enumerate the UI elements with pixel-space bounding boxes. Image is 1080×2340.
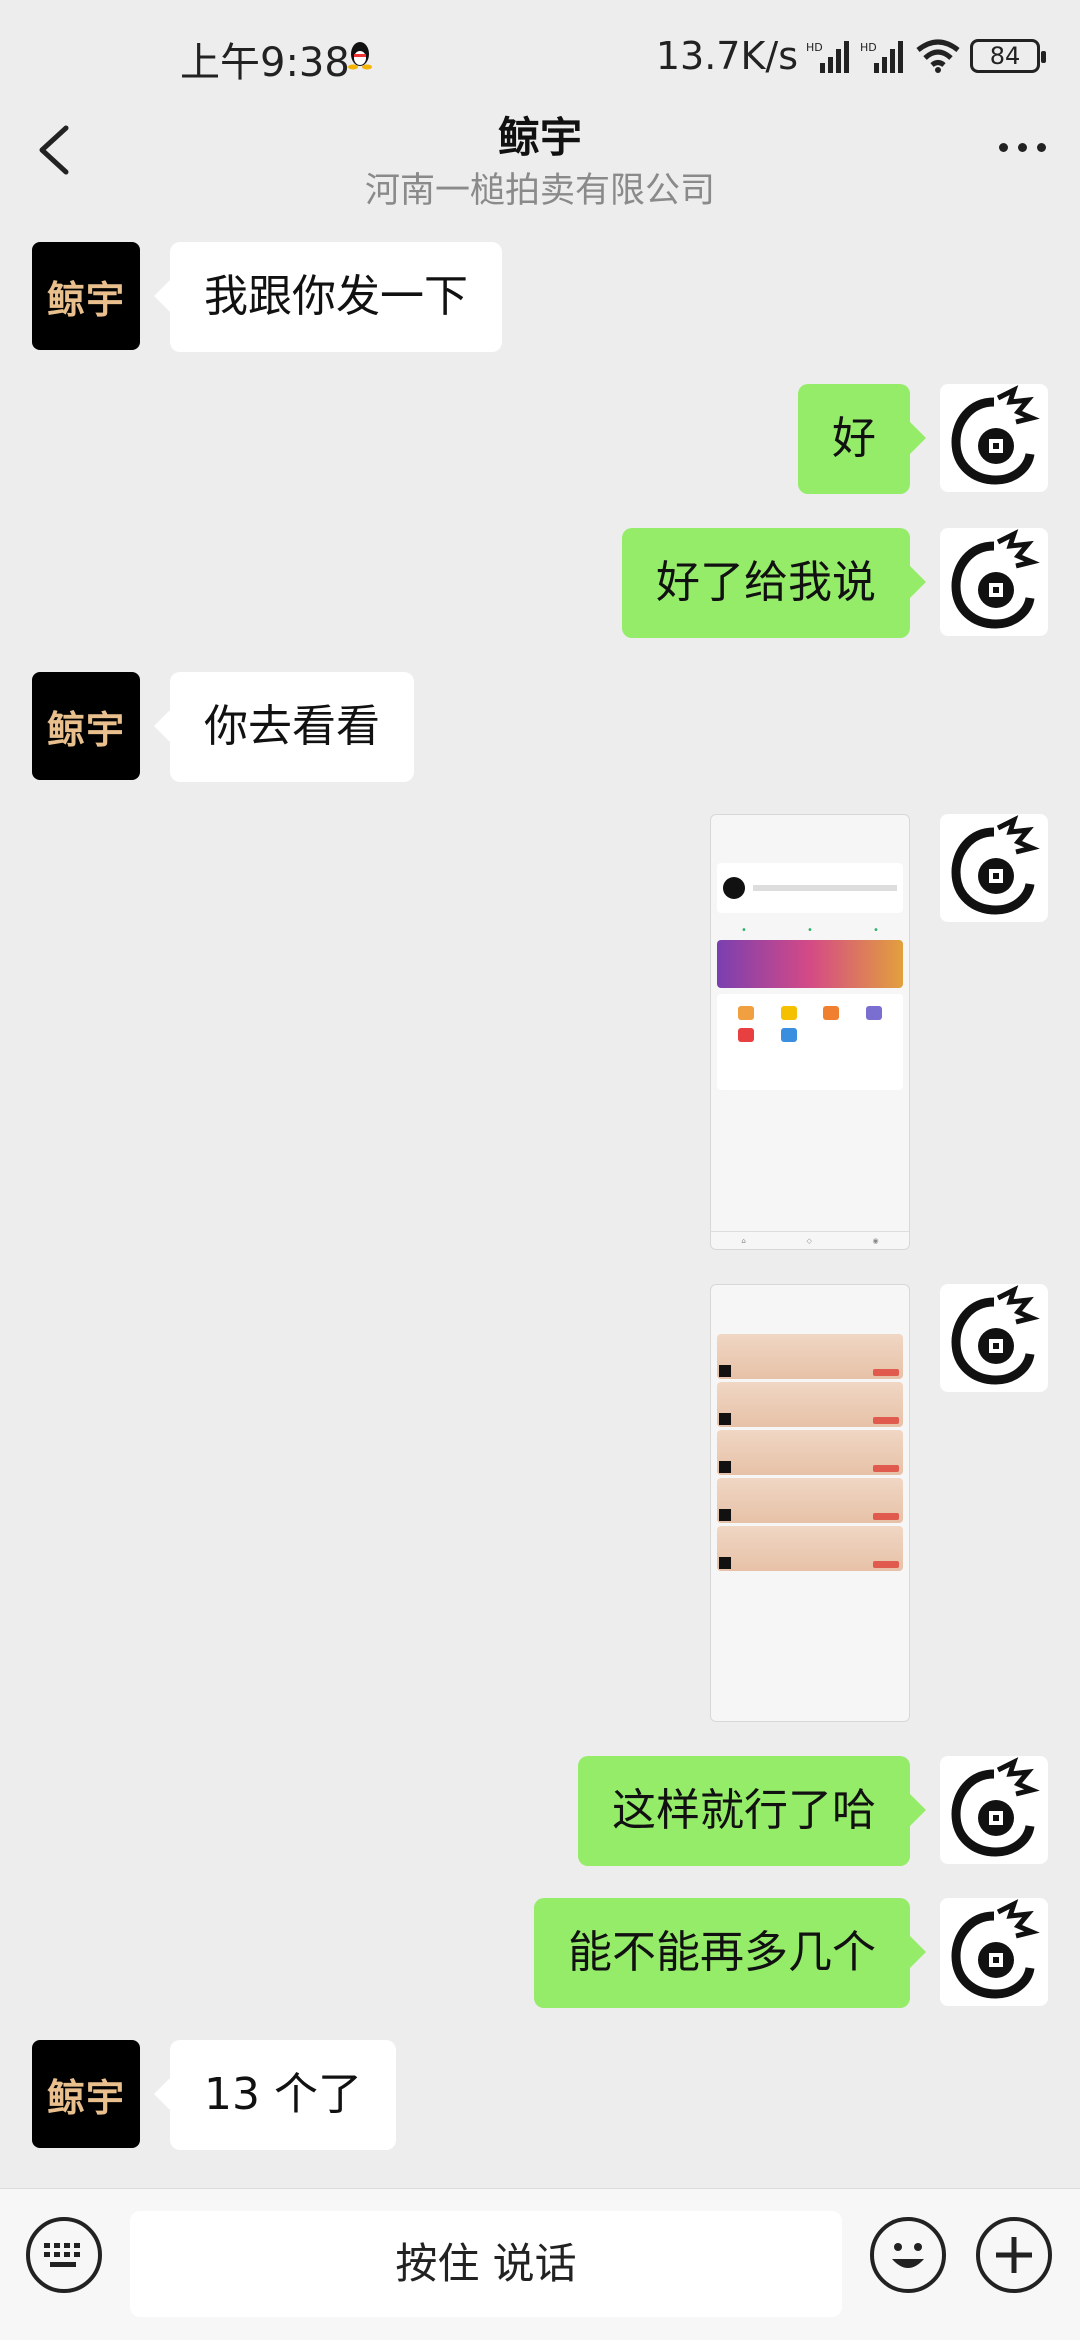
qq-penguin-icon: [348, 42, 372, 70]
status-time: 上午9:38: [180, 40, 350, 86]
dragon-logo-icon: [951, 1757, 1040, 1857]
battery-level: 84: [989, 42, 1021, 70]
chat-subtitle: 河南一槌拍卖有限公司: [364, 171, 715, 211]
svg-text:HD: HD: [806, 41, 823, 54]
hold-to-talk-button[interactable]: 按住 说话: [130, 2211, 842, 2317]
contact-avatar[interactable]: 鲸宇: [32, 672, 140, 780]
my-avatar[interactable]: [940, 384, 1048, 492]
message-bubble[interactable]: 你去看看: [154, 672, 414, 782]
input-bar: 按住 说话: [0, 2188, 1080, 2340]
image-message[interactable]: • • • ⌂ ◇ ◉: [710, 814, 910, 1250]
dragon-logo-icon: [951, 815, 1040, 915]
chat-title: 鲸宇: [497, 113, 582, 162]
signal-icon: HD: [806, 41, 849, 73]
dragon-logo-icon: [951, 385, 1040, 485]
contact-avatar[interactable]: 鲸宇: [32, 2040, 140, 2148]
signal-icon: HD: [860, 41, 903, 73]
message-bubble[interactable]: 13 个了: [154, 2040, 396, 2150]
network-speed: 13.7K/s: [655, 34, 798, 78]
my-avatar[interactable]: [940, 814, 1048, 922]
plus-icon[interactable]: [976, 2217, 1052, 2293]
keyboard-icon[interactable]: [26, 2217, 102, 2293]
contact-avatar[interactable]: 鲸宇: [32, 242, 140, 350]
emoji-icon[interactable]: [870, 2217, 946, 2293]
svg-text:HD: HD: [860, 41, 877, 54]
chat-header: 鲸宇 河南一槌拍卖有限公司: [0, 92, 1080, 211]
my-avatar[interactable]: [940, 1284, 1048, 1392]
battery-icon: 84: [970, 39, 1046, 73]
my-avatar[interactable]: [940, 528, 1048, 636]
message-bubble[interactable]: 好: [798, 384, 926, 494]
my-avatar[interactable]: [940, 1756, 1048, 1864]
message-bubble[interactable]: 我跟你发一下: [154, 242, 502, 352]
more-icon[interactable]: [992, 132, 1052, 162]
image-message[interactable]: [710, 1284, 910, 1722]
dragon-logo-icon: [951, 1285, 1040, 1385]
message-bubble[interactable]: 好了给我说: [622, 528, 926, 638]
message-bubble[interactable]: 这样就行了哈: [578, 1756, 926, 1866]
my-avatar[interactable]: [940, 1898, 1048, 2006]
status-right: 13.7K/s HD HD 84: [655, 30, 1046, 82]
message-bubble[interactable]: 能不能再多几个: [534, 1898, 926, 2008]
wifi-icon: [916, 39, 960, 73]
dragon-logo-icon: [951, 529, 1040, 629]
dragon-logo-icon: [951, 1899, 1040, 1999]
